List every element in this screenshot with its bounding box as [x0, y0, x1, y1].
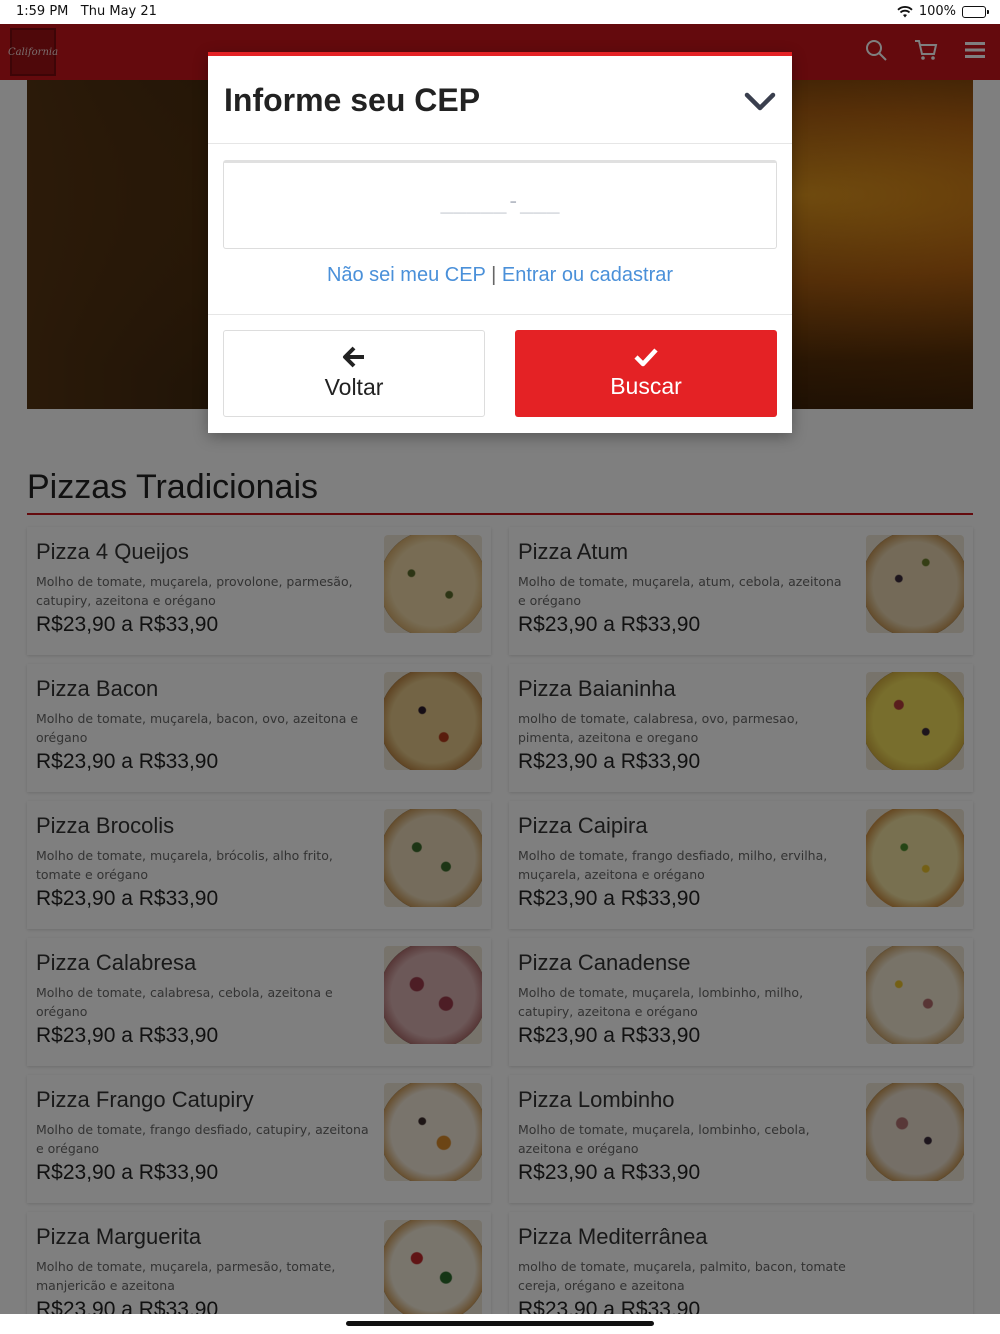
- link-separator: |: [491, 264, 497, 286]
- battery-percent: 100%: [918, 4, 956, 19]
- status-time: 1:59 PM Thu May 21: [16, 4, 157, 19]
- search-button[interactable]: Buscar: [515, 330, 777, 417]
- search-button-label: Buscar: [610, 373, 682, 399]
- arrow-left-icon: [343, 346, 364, 368]
- battery-icon: [962, 5, 989, 18]
- cep-input[interactable]: _____-___: [223, 160, 777, 249]
- chevron-down-icon[interactable]: [744, 92, 776, 112]
- check-icon: [634, 348, 658, 367]
- login-signup-link[interactable]: Entrar ou cadastrar: [502, 264, 673, 286]
- home-indicator: [0, 1314, 1000, 1334]
- divider: [208, 314, 792, 315]
- modal-title: Informe seu CEP: [224, 82, 481, 118]
- dont-know-cep-link[interactable]: Não sei meu CEP: [327, 264, 486, 286]
- wifi-icon: [897, 5, 913, 17]
- status-bar: 1:59 PM Thu May 21 100%: [0, 0, 1000, 24]
- cep-modal: Informe seu CEP _____-___ Não sei meu CE…: [208, 52, 792, 433]
- cep-links: Não sei meu CEP | Entrar ou cadastrar: [208, 264, 792, 287]
- back-button-label: Voltar: [324, 374, 384, 400]
- divider: [208, 143, 792, 144]
- status-right: 100%: [897, 4, 989, 19]
- back-button[interactable]: Voltar: [223, 330, 485, 417]
